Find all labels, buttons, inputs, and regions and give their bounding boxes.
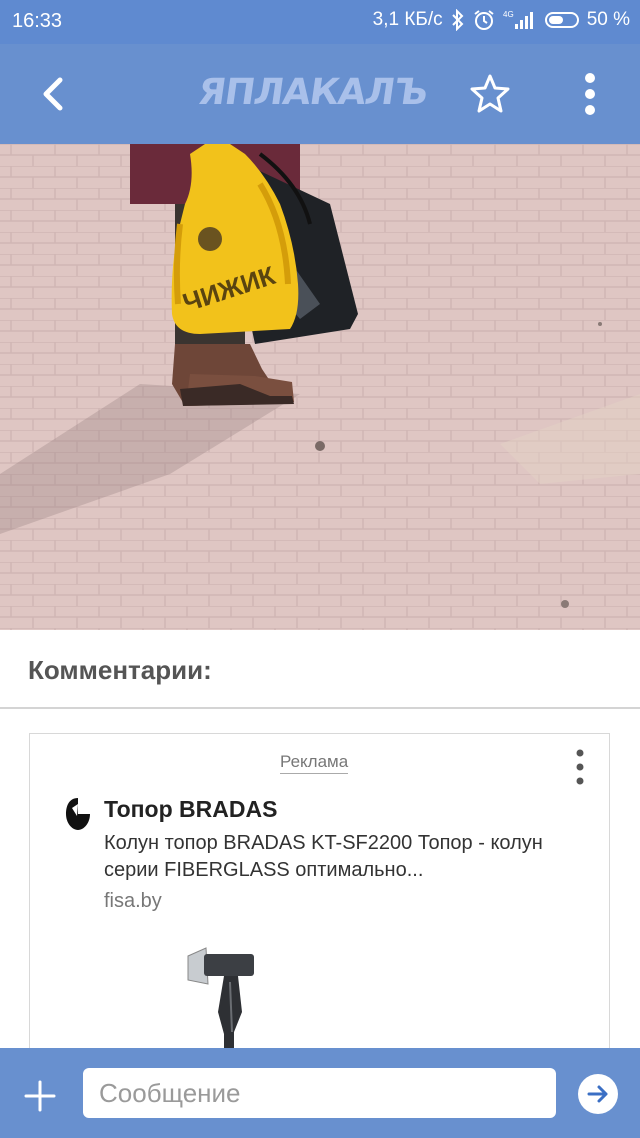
- post-photo[interactable]: ЧИЖИК: [0, 144, 640, 630]
- message-input[interactable]: [83, 1068, 556, 1118]
- message-composer: [0, 1048, 640, 1138]
- status-time: 16:33: [12, 10, 63, 32]
- advertiser-logo-icon: [66, 798, 90, 830]
- send-arrow-icon: [587, 1085, 608, 1103]
- battery-percent: 50 %: [586, 9, 630, 30]
- divider: [0, 707, 640, 709]
- ad-description[interactable]: Колун топор BRADAS KT-SF2200 Топор - кол…: [104, 830, 574, 884]
- comments-heading: Комментарии:: [28, 655, 212, 685]
- photo-image: ЧИЖИК: [0, 144, 640, 630]
- chevron-left-icon[interactable]: [34, 74, 74, 114]
- signal-4g-icon: 4G: [503, 10, 533, 29]
- alarm-icon: [474, 10, 494, 30]
- app-bar: ЯПЛАКАЛЪ: [0, 44, 640, 144]
- ad-more-vertical-icon[interactable]: [572, 748, 588, 786]
- plus-icon[interactable]: [22, 1078, 58, 1114]
- svg-text:4G: 4G: [503, 10, 514, 19]
- star-outline-icon[interactable]: [468, 72, 512, 116]
- send-button[interactable]: [578, 1074, 618, 1114]
- status-indicators: 3,1 КБ/с 4G 50 %: [373, 9, 630, 31]
- ad-label: Реклама: [280, 752, 349, 774]
- bluetooth-icon: [451, 9, 464, 31]
- app-logo: ЯПЛАКАЛЪ: [195, 72, 430, 113]
- status-bar: 16:33 3,1 КБ/с 4G 50 %: [0, 0, 640, 44]
- ad-card[interactable]: Реклама Топор BRADAS Колун топор BRADAS …: [29, 733, 610, 1093]
- battery-icon: [544, 12, 579, 28]
- more-vertical-icon[interactable]: [574, 70, 606, 118]
- ad-title[interactable]: Топор BRADAS: [104, 796, 277, 823]
- network-speed: 3,1 КБ/с: [372, 9, 443, 30]
- ad-domain[interactable]: fisa.by: [104, 890, 162, 913]
